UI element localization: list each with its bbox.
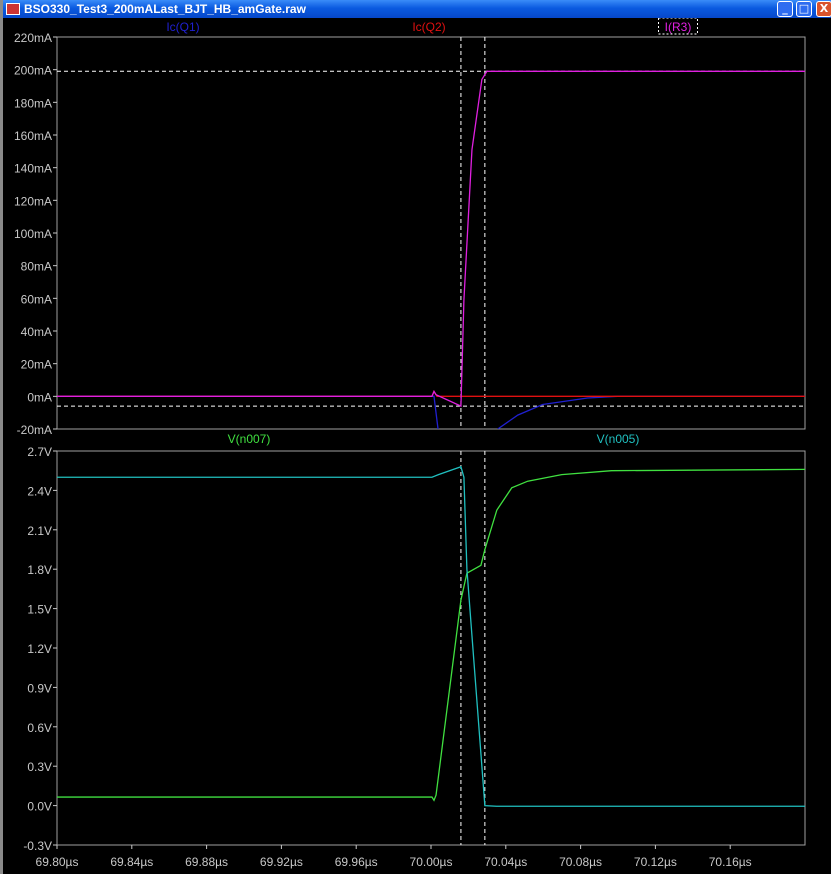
top-traces	[57, 70, 805, 429]
waveform-app-icon	[6, 3, 20, 15]
x-tick-label: 69.92µs	[260, 855, 303, 869]
x-tick-label: 70.04µs	[484, 855, 527, 869]
trace-v-n005	[57, 465, 805, 807]
top-panel: 220mA 200mA 180mA 160mA 140mA 120mA 100mA 80mA 6…	[14, 17, 806, 437]
x-tick-label: 69.80µs	[36, 855, 79, 869]
trace-ic-q1	[57, 395, 439, 429]
top-cursors	[57, 37, 805, 429]
legend-i-r3[interactable]: I(R3)	[665, 20, 692, 34]
x-tick-label: 70.08µs	[559, 855, 602, 869]
y-tick-label: 1.2V	[27, 642, 52, 656]
legend-v-n005[interactable]: V(n005)	[597, 432, 640, 446]
legend-ic-q2[interactable]: Ic(Q2)	[412, 20, 445, 34]
legend-v-n007[interactable]: V(n007)	[228, 432, 271, 446]
x-tick-label: 69.96µs	[335, 855, 378, 869]
y-tick-label: 1.8V	[27, 563, 52, 577]
y-tick-label: 0.9V	[27, 681, 52, 695]
y-tick-label: 60mA	[21, 292, 52, 306]
bottom-panel: 2.7V 2.4V 2.1V 1.8V 1.5V 1.2V 0.9V 0.6V 0.3V 0.0V…	[23, 432, 806, 869]
y-tick-label: 120mA	[14, 194, 52, 208]
y-tick-label: -0.3V	[23, 839, 52, 853]
x-tick-label: 70.12µs	[634, 855, 677, 869]
y-tick-label: 0.3V	[27, 760, 52, 774]
y-tick-label: 2.7V	[27, 445, 52, 459]
bottom-traces	[57, 465, 805, 807]
y-tick-label: 140mA	[14, 162, 52, 176]
y-tick-label: 100mA	[14, 227, 52, 241]
x-tick-label: 69.84µs	[110, 855, 153, 869]
trace-i-r3	[57, 70, 805, 408]
y-tick-label: 2.1V	[27, 524, 52, 538]
x-tick-label: 70.00µs	[410, 855, 453, 869]
window-title: BSO330_Test3_200mALast_BJT_HB_amGate.raw	[24, 2, 306, 16]
legend-ic-q1[interactable]: Ic(Q1)	[166, 20, 199, 34]
y-tick-label: 220mA	[14, 31, 52, 45]
y-tick-label: 2.4V	[27, 484, 52, 498]
y-tick-label: 160mA	[14, 129, 52, 143]
y-tick-label: 0mA	[27, 390, 52, 404]
top-plot-frame	[56, 36, 806, 430]
x-tick-label: 70.16µs	[709, 855, 752, 869]
y-tick-label: 200mA	[14, 64, 52, 78]
y-tick-label: 80mA	[21, 260, 52, 274]
y-tick-label: -20mA	[17, 423, 52, 437]
title-bar[interactable]: BSO330_Test3_200mALast_BJT_HB_amGate.raw…	[3, 0, 831, 18]
waveform-plot[interactable]: 220mA 200mA 180mA 160mA 140mA 120mA 100mA 80mA 6…	[3, 0, 831, 874]
minimize-button[interactable]: _	[777, 1, 793, 17]
y-tick-label: 0.0V	[27, 800, 52, 814]
y-tick-label: 0.6V	[27, 721, 52, 735]
waveform-window: BSO330_Test3_200mALast_BJT_HB_amGate.raw…	[0, 0, 831, 874]
trace-v-n007	[57, 468, 805, 802]
maximize-button[interactable]: □	[796, 1, 812, 17]
y-tick-label: 1.5V	[27, 603, 52, 617]
bottom-plot-frame	[56, 450, 806, 846]
trace-ic-q1-recovery	[497, 395, 805, 429]
y-tick-label: 40mA	[21, 325, 52, 339]
trace-ic-q2	[57, 390, 805, 397]
y-tick-label: 20mA	[21, 358, 52, 372]
x-tick-label: 69.88µs	[185, 855, 228, 869]
close-button[interactable]: X	[816, 1, 831, 17]
y-tick-label: 180mA	[14, 96, 52, 110]
